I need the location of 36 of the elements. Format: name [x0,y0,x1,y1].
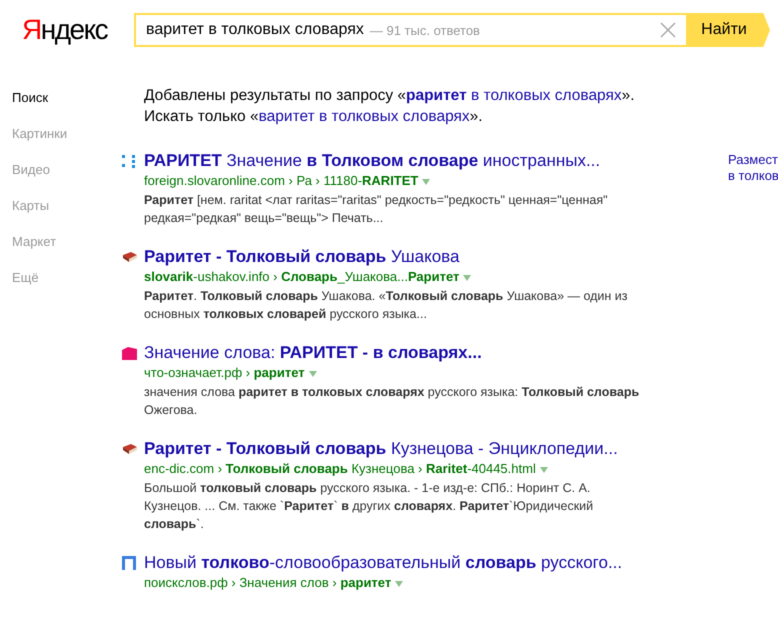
close-icon[interactable] [660,22,676,38]
search-button[interactable]: Найти [686,13,770,47]
notice-text: Искать только «варитет в толковых словарях». [144,107,484,127]
result-snippet: Раритет [нем. raritat <лат raritas="raritas" редкость="редкость" ценная="ценная" редкая="редкая" вещь="вещь"> Печать... [144,192,609,227]
caret-icon[interactable] [395,581,404,587]
result-snippet: Большой толковый словарь русского языка. - 1-е изд-е: СПб.: Норинт С. А. Кузнецов. ... См. также `Раритет` в других словарях. Раритет`Юридический словарь`. [144,480,594,533]
result-title[interactable]: Раритет - Толковый словарь Кузнецова - Энциклопедии... [144,439,618,459]
dots-icon [122,154,136,168]
query-link[interactable]: раритет в толковых словарях [406,87,622,104]
result-title[interactable]: Раритет - Толковый словарь Ушакова [144,247,460,267]
result-snippet: значения слова раритет в толковых словарях русского языка: Толковый словарь Ожегова. [144,384,640,419]
book-icon [122,443,138,455]
search-field[interactable]: варитет в толковых словарях — 91 тыс. ответов [134,13,686,47]
caret-icon[interactable] [422,179,430,185]
notice-text: Добавлены результаты по запросу «раритет в толковых словарях». [144,86,636,106]
caret-icon[interactable] [463,275,472,281]
search-query: варитет в толковых словарях [146,21,364,39]
result-url[interactable]: enc-dic.com › Толковый словарь Кузнецова › Raritet-40445.html [144,461,536,476]
nav-item[interactable]: Поиск [12,85,132,121]
book-icon [122,251,138,263]
result-count: — 91 тыс. ответов [370,22,480,38]
tag-icon [122,346,137,360]
result-snippet: Раритет. Толковый словарь Ушакова. «Толковый словарь Ушакова» — один из основных толковых словарей русского языка... [144,288,629,323]
result-url[interactable]: поискслов.рф › Значения слов › раритет [144,575,392,590]
logo[interactable]: Яндекс [22,13,134,47]
frame-icon [122,556,136,570]
result-title[interactable]: РАРИТЕТ Значение в Толковом словаре иностранных... [144,151,600,171]
result-title[interactable]: Новый толково-словообразовательный словарь русского... [144,553,622,573]
result-title[interactable]: Значение слова: РАРИТЕТ - в словарях... [144,343,482,363]
result-url[interactable]: foreign.slovaronline.com › Ра › 11180-RARITET [144,173,418,188]
caret-icon[interactable] [308,371,317,377]
result-url[interactable]: что-означает.рф › раритет [144,365,305,380]
caret-icon[interactable] [540,467,548,473]
query-link[interactable]: варитет в толковых словарях [258,108,470,125]
aside-link[interactable]: Размест в толков [728,152,778,184]
result-url[interactable]: slovarik-ushakov.info › Словарь_Ушакова...Раритет [144,269,460,284]
